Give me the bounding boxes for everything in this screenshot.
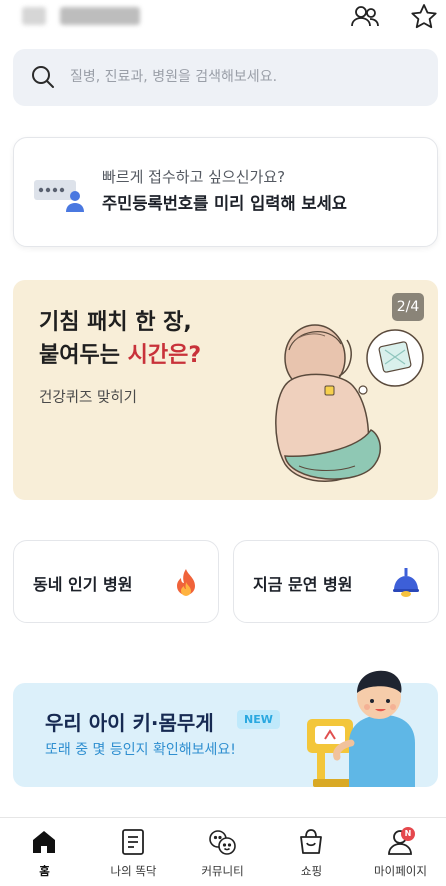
tab-my-ddocdoc[interactable]: 나의 똑닥 xyxy=(89,818,178,886)
tab-my-page[interactable]: N 마이페이지 xyxy=(356,818,445,886)
id-card-icon xyxy=(34,180,84,212)
tile-label: 지금 문연 병원 xyxy=(253,575,353,594)
shopping-bag-icon xyxy=(300,829,322,854)
favorites-star-icon[interactable] xyxy=(409,2,439,32)
search-placeholder: 질병, 진료과, 병원을 검색해보세요. xyxy=(70,69,278,85)
tab-label: 커뮤니티 xyxy=(201,864,244,878)
top-bar xyxy=(0,0,446,36)
baby-with-patch-illustration xyxy=(275,324,424,482)
banner-title-line1: 기침 패치 한 장, xyxy=(39,310,192,335)
child-growth-promo[interactable]: 우리 아이 키·몸무게 NEW 또래 중 몇 등인지 확인해보세요! xyxy=(13,670,438,787)
child-on-scale-illustration xyxy=(307,670,415,787)
tab-label: 마이페이지 xyxy=(374,864,427,878)
tab-shopping[interactable]: 쇼핑 xyxy=(267,818,356,886)
popular-nearby-hospitals-tile[interactable]: 동네 인기 병원 xyxy=(13,540,219,623)
community-icon xyxy=(209,830,236,855)
id-card-subtitle: 빠르게 접수하고 싶으신가요? xyxy=(102,168,286,186)
tab-label: 쇼핑 xyxy=(300,864,323,878)
fire-icon xyxy=(177,569,195,596)
search-icon xyxy=(32,66,54,88)
tab-community[interactable]: 커뮤니티 xyxy=(178,818,267,886)
search-input[interactable]: 질병, 진료과, 병원을 검색해보세요. xyxy=(13,49,438,106)
tab-label: 나의 똑닥 xyxy=(110,864,157,878)
lamp-icon xyxy=(393,568,419,597)
document-icon xyxy=(122,829,144,855)
resident-id-card[interactable]: 빠르게 접수하고 싶으신가요? 주민등록번호를 미리 입력해 보세요 xyxy=(13,137,438,247)
id-card-title: 주민등록번호를 미리 입력해 보세요 xyxy=(102,194,347,213)
banner-title: 기침 패치 한 장, 붙여두는 시간은? xyxy=(39,306,201,372)
open-now-hospitals-tile[interactable]: 지금 문연 병원 xyxy=(233,540,439,623)
tab-label: 홈 xyxy=(39,864,50,878)
family-members-icon[interactable] xyxy=(350,2,380,32)
promo-subtitle: 또래 중 몇 등인지 확인해보세요! xyxy=(45,742,236,758)
banner-subtitle: 건강퀴즈 맞히기 xyxy=(39,390,137,406)
notification-badge: N xyxy=(401,827,415,841)
promo-title: 우리 아이 키·몸무게 xyxy=(45,711,214,735)
new-badge: NEW xyxy=(237,710,280,729)
banner-title-highlight: 시간은? xyxy=(127,343,202,368)
blurred-user-name xyxy=(22,7,46,25)
health-quiz-banner[interactable]: 기침 패치 한 장, 붙여두는 시간은? 건강퀴즈 맞히기 2/4 xyxy=(13,280,438,500)
tile-label: 동네 인기 병원 xyxy=(33,575,133,594)
banner-title-line2: 붙여두는 시간은? xyxy=(39,339,201,372)
banner-title-prefix: 붙여두는 xyxy=(39,343,128,368)
tab-home[interactable]: 홈 xyxy=(0,818,89,886)
home-icon xyxy=(33,831,55,853)
blurred-user-name xyxy=(60,7,140,25)
bottom-tab-bar: 홈 나의 똑닥 커뮤니티 쇼핑 N 마이페이지 xyxy=(0,817,446,886)
